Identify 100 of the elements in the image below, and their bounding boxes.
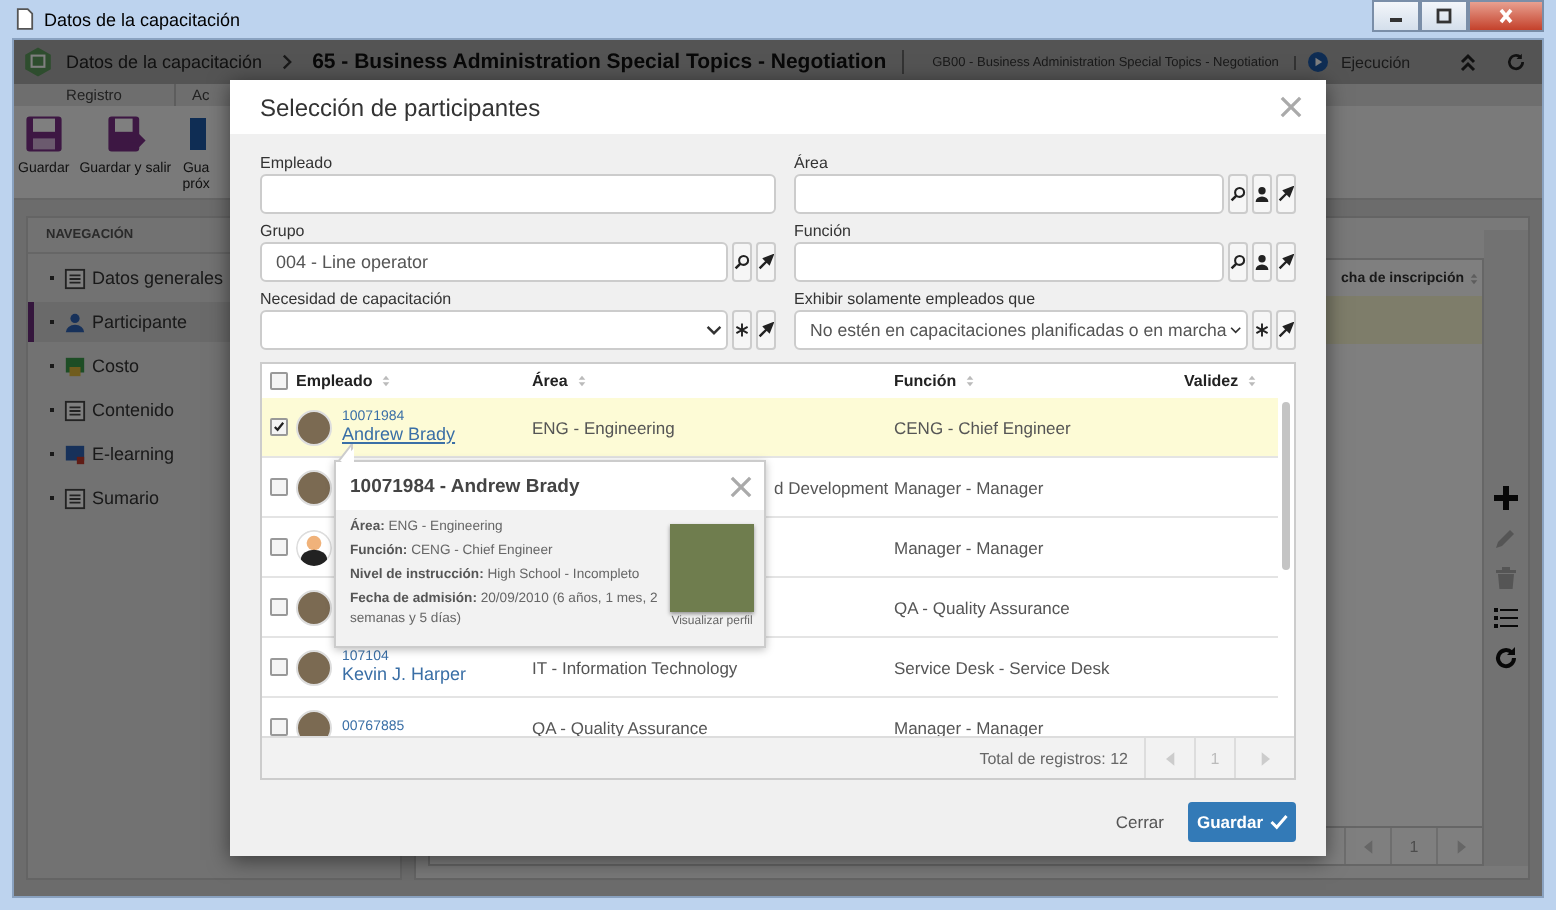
- clear-button[interactable]: [756, 310, 776, 350]
- dialog-title: Selección de participantes: [260, 93, 541, 121]
- close-dialog-button[interactable]: Cerrar: [1111, 812, 1168, 832]
- previous-page-icon[interactable]: [1363, 839, 1373, 853]
- column-header[interactable]: Empleado: [296, 372, 373, 390]
- double-chevron-up-icon[interactable]: [1458, 52, 1478, 72]
- checkmark-icon: [272, 420, 286, 434]
- avatar-silhouette-icon: [296, 529, 332, 565]
- play-circle-icon: [1308, 52, 1329, 72]
- area-cell: IT - Information Technology: [532, 657, 738, 677]
- add-icon[interactable]: [1494, 486, 1518, 510]
- minimize-button[interactable]: [1372, 0, 1420, 32]
- search-icon: [1230, 186, 1246, 202]
- sort-icon[interactable]: [577, 374, 586, 388]
- maximize-button[interactable]: [1420, 0, 1468, 32]
- save-button[interactable]: Guardar: [1188, 802, 1296, 842]
- people-icon: [64, 311, 86, 333]
- area-cell: d Development: [774, 477, 889, 497]
- next-page-icon: [1260, 751, 1270, 765]
- close-icon[interactable]: [730, 475, 752, 497]
- row-checkbox[interactable]: [270, 658, 288, 676]
- person-button[interactable]: [1252, 242, 1272, 282]
- asterisk-button[interactable]: [1252, 310, 1272, 350]
- sort-icon[interactable]: [966, 374, 975, 388]
- search-icon: [734, 254, 750, 270]
- money-icon: [64, 355, 86, 377]
- floppy-disk-icon: [103, 112, 148, 156]
- search-button[interactable]: [732, 242, 752, 282]
- popover-title: 10071984 - Andrew Brady: [350, 475, 580, 497]
- record-count: Total de registros: 12: [979, 749, 1128, 767]
- document-list-icon: [64, 399, 86, 421]
- clear-button[interactable]: [1276, 310, 1296, 350]
- asterisk-button[interactable]: [732, 310, 752, 350]
- role-cell: Manager - Manager: [894, 477, 1044, 497]
- area-cell: ENG - Engineering: [532, 417, 675, 437]
- input-field[interactable]: [794, 242, 1224, 282]
- field-label: Empleado: [260, 152, 335, 174]
- field-label: Exhibir solamente empleados que: [794, 288, 1038, 310]
- avatar-photo-placeholder: [296, 469, 332, 505]
- field-label: Función: [794, 220, 853, 242]
- row-checkbox[interactable]: [270, 598, 288, 616]
- document-list-icon: [64, 267, 86, 289]
- select-all-checkbox[interactable]: [270, 372, 288, 390]
- status-label: Ejecución: [1340, 53, 1411, 71]
- dropdown-field[interactable]: No estén en capacitaciones planificadas o en marcha: [794, 310, 1248, 350]
- scrollbar-thumb[interactable]: [1282, 402, 1290, 570]
- row-checkbox[interactable]: [270, 418, 288, 436]
- search-button[interactable]: [1228, 242, 1248, 282]
- role-cell: Service Desk - Service Desk: [894, 657, 1110, 677]
- asterisk-icon: [734, 322, 750, 338]
- person-icon: [1254, 254, 1270, 270]
- refresh-icon[interactable]: [1506, 52, 1526, 72]
- bar-icon: [189, 118, 206, 150]
- column-header[interactable]: Validez: [1184, 372, 1239, 390]
- record-title: 65 - Business Administration Special Topics - Negotiation: [312, 50, 905, 74]
- field-label: Grupo: [260, 220, 307, 242]
- employee-name-link[interactable]: Kevin J. Harper: [342, 664, 467, 684]
- close-button[interactable]: [1468, 0, 1544, 32]
- document-icon: [16, 8, 34, 30]
- column-header[interactable]: Área: [532, 372, 568, 390]
- asterisk-icon: [1254, 322, 1270, 338]
- person-icon: [1254, 186, 1270, 202]
- avatar-photo-placeholder: [296, 649, 332, 685]
- chevron-right-icon: [282, 54, 293, 70]
- document-list-icon: [64, 487, 86, 509]
- close-icon[interactable]: [1280, 96, 1302, 118]
- search-button[interactable]: [1228, 174, 1248, 214]
- maximize-icon: [1434, 8, 1454, 24]
- next-page-icon[interactable]: [1455, 839, 1465, 853]
- row-checkbox[interactable]: [270, 478, 288, 496]
- search-icon: [1230, 254, 1246, 270]
- checkmark-icon: [1269, 814, 1288, 830]
- sort-icon[interactable]: [382, 374, 391, 388]
- input-field[interactable]: 004 - Line operator: [260, 242, 728, 282]
- row-checkbox[interactable]: [270, 538, 288, 556]
- column-header[interactable]: Función: [894, 372, 957, 390]
- row-checkbox[interactable]: [270, 718, 288, 736]
- employee-name-link[interactable]: Andrew Brady: [342, 424, 456, 444]
- role-cell: CENG - Chief Engineer: [894, 417, 1071, 437]
- clear-button[interactable]: [756, 242, 776, 282]
- role-cell: QA - Quality Assurance: [894, 597, 1070, 617]
- window-title: Datos de la capacitación: [44, 9, 241, 29]
- caret-icon: [702, 324, 726, 336]
- input-field[interactable]: [794, 174, 1224, 214]
- hexagon-logo-icon: [22, 46, 54, 78]
- person-button[interactable]: [1252, 174, 1272, 214]
- sort-icon[interactable]: [1248, 374, 1257, 388]
- clear-button[interactable]: [1276, 242, 1296, 282]
- clear-button[interactable]: [1276, 174, 1296, 214]
- role-cell: Manager - Manager: [894, 717, 1044, 736]
- role-cell: Manager - Manager: [894, 537, 1044, 557]
- dropdown-field[interactable]: [260, 310, 728, 350]
- close-icon: [1496, 8, 1516, 24]
- refresh-icon[interactable]: [1494, 646, 1518, 670]
- field-label: Área: [794, 152, 830, 174]
- avatar-photo-placeholder: [296, 409, 332, 445]
- list-icon[interactable]: [1494, 606, 1518, 630]
- input-field[interactable]: [260, 174, 776, 214]
- caret-icon: [1226, 324, 1246, 336]
- previous-page-icon: [1165, 751, 1175, 765]
